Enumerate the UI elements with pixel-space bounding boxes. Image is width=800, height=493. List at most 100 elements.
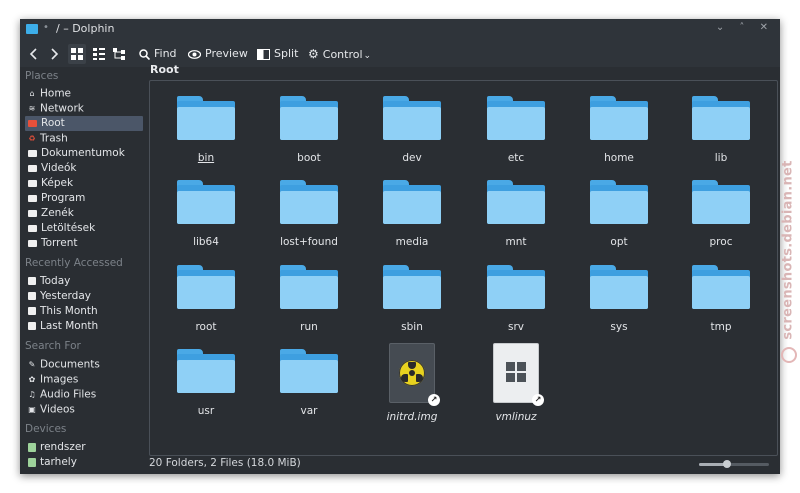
dolphin-window: • / – Dolphin ⌄ ˄ ✕ Find Preview Split ⚙… [20,19,780,474]
item-label: srv [507,321,524,333]
symlink-arrow-icon: ↗ [428,394,440,406]
folder-icon [177,96,235,140]
file-item[interactable]: ↗ initrd.img [372,343,452,423]
compact-view-icon [93,48,105,60]
breadcrumb[interactable]: Root [150,63,179,76]
sidebar-item-yesterday[interactable]: Yesterday [25,289,143,304]
find-button[interactable]: Find [136,44,180,64]
item-label: tmp [710,321,732,333]
folder-icon [28,239,37,247]
folder-item[interactable]: etc [476,96,556,164]
chevron-left-icon [29,48,37,60]
window-title: / – Dolphin [56,22,115,35]
sidebar-item-label: Today [40,275,71,287]
folder-icon [177,180,235,224]
item-label: dev [402,152,422,164]
details-view-button[interactable] [110,44,128,64]
sidebar-item-tarhely[interactable]: tarhely [25,455,143,470]
preview-button[interactable]: Preview [185,44,251,64]
folder-item[interactable]: dev [372,96,452,164]
control-button[interactable]: ⚙ Control⌄ [305,44,374,64]
sidebar-item-images[interactable]: ✿ Images [25,372,143,387]
sidebar-item-last-month[interactable]: Last Month [25,319,143,334]
windows-icon [506,362,526,382]
sidebar-item-program[interactable]: Program [25,191,143,206]
sidebar-item-trash[interactable]: ♻ Trash [25,131,143,146]
folder-icon [692,265,750,309]
status-text: 20 Folders, 2 Files (18.0 MiB) [149,457,301,469]
compact-view-button[interactable] [90,44,108,64]
sidebar-item-documents[interactable]: ✎ Documents [25,357,143,372]
item-label: etc [507,152,525,164]
sidebar-item-rendszer[interactable]: rendszer [25,440,143,455]
window-controls[interactable]: ⌄ ˄ ✕ [716,22,774,33]
folder-icon [28,209,37,217]
folder-icon [590,180,648,224]
item-label: sbin [401,321,423,333]
sidebar-item-network[interactable]: ≋ Network [25,101,143,116]
folder-item[interactable]: boot [269,96,349,164]
file-item[interactable]: ↗ vmlinuz [476,343,556,423]
sidebar-item-label: Images [40,373,79,386]
item-label: media [395,236,429,248]
sidebar-item-audio-files[interactable]: ♫ Audio Files [25,387,143,402]
sidebar-item-today[interactable]: Today [25,274,143,289]
sidebar-item-videok[interactable]: Videók [25,161,143,176]
sidebar-item-label: Yesterday [40,290,91,302]
folder-item[interactable]: usr [166,349,246,417]
split-button[interactable]: Split [254,44,301,64]
sidebar-item-home[interactable]: ⌂ Home [25,86,143,101]
debian-logo-icon [781,347,797,363]
calendar-icon [28,277,36,285]
folder-item[interactable]: lib64 [166,180,246,248]
sidebar-item-label: tarhely [40,456,77,468]
folder-item[interactable]: root [166,265,246,333]
sidebar-item-dokumentumok[interactable]: Dokumentumok [25,146,143,161]
folder-icon [383,180,441,224]
sidebar-item-label: Network [40,102,84,115]
zoom-slider[interactable] [699,460,769,468]
sidebar-item-zenek[interactable]: Zenék [25,206,143,221]
sidebar-item-label: Zenék [41,207,74,219]
sidebar-item-letoltesek[interactable]: Letöltések [25,221,143,236]
folder-item[interactable]: bin [166,96,246,164]
folder-item[interactable]: sbin [372,265,452,333]
sidebar-item-label: Torrent [41,237,78,249]
item-label: lib [714,152,728,164]
item-label: lib64 [193,236,219,248]
folder-item[interactable]: mnt [476,180,556,248]
folder-item[interactable]: lib [681,96,761,164]
sidebar-item-root[interactable]: Root [25,116,143,131]
forward-button[interactable] [46,44,62,64]
dolphin-app-icon [26,24,38,34]
sidebar-item-label: Program [41,192,86,204]
sidebar-item-torrent[interactable]: Torrent [25,236,143,251]
folder-item[interactable]: run [269,265,349,333]
initrd-file-icon: ↗ [389,343,440,406]
back-button[interactable] [26,44,42,64]
folder-item[interactable]: media [372,180,452,248]
folder-item[interactable]: opt [579,180,659,248]
folder-item[interactable]: srv [476,265,556,333]
sidebar-item-kepek[interactable]: Képek [25,176,143,191]
sidebar-item-label: This Month [40,305,98,317]
sidebar-item-videos[interactable]: ▣ Videos [25,402,143,417]
zoom-slider-handle[interactable] [723,460,731,468]
menu-dot-icon[interactable]: • [43,22,49,33]
icons-view-button[interactable] [68,44,86,64]
folder-item[interactable]: tmp [681,265,761,333]
folder-icon [28,149,37,157]
file-view[interactable]: bin boot dev etc home lib lib64 lost+fou… [149,80,778,456]
folder-item[interactable]: home [579,96,659,164]
sidebar-item-this-month[interactable]: This Month [25,304,143,319]
folder-item[interactable]: proc [681,180,761,248]
folder-item[interactable]: var [269,349,349,417]
sidebar-item-label: Képek [41,177,74,189]
folder-item[interactable]: lost+found [269,180,349,248]
item-label: boot [297,152,321,164]
folder-icon [280,265,338,309]
item-label: home [604,152,634,164]
vmlinuz-file-icon: ↗ [493,343,544,406]
folder-item[interactable]: sys [579,265,659,333]
item-label: initrd.img [386,411,438,423]
